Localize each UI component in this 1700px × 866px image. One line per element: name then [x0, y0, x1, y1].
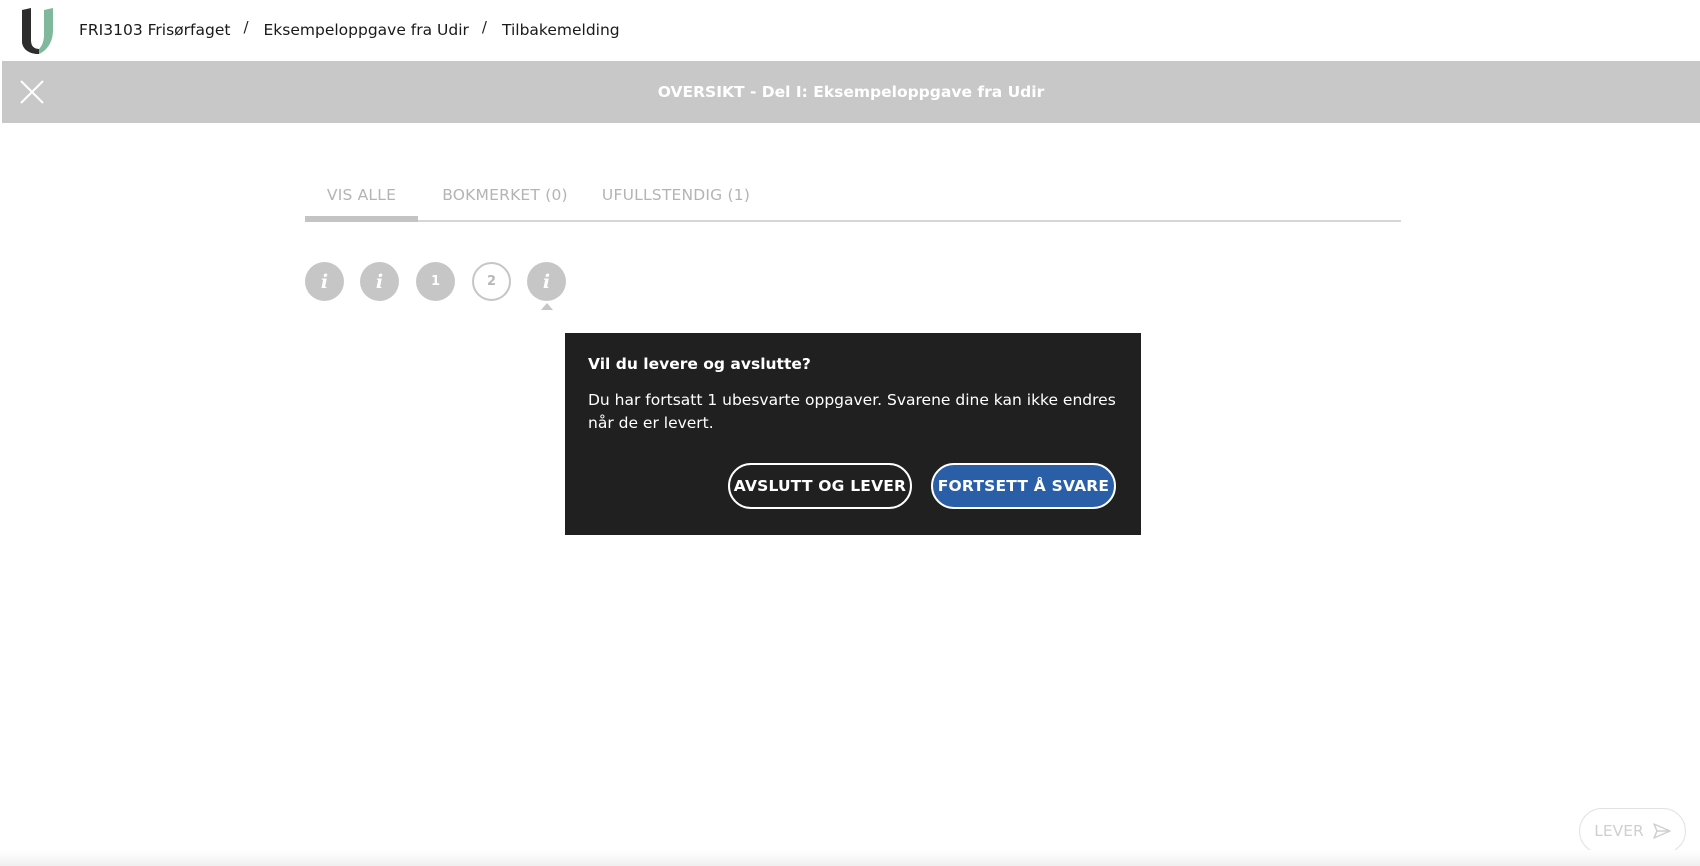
- finish-and-submit-button[interactable]: AVSLUTT OG LEVER: [728, 463, 912, 509]
- page-title: OVERSIKT - Del I: Eksempeloppgave fra Ud…: [657, 83, 1045, 101]
- question-info-1[interactable]: i: [305, 262, 344, 301]
- breadcrumb-item-exam[interactable]: Eksempeloppgave fra Udir: [264, 21, 469, 39]
- send-icon: [1653, 823, 1671, 839]
- submit-button[interactable]: LEVER: [1579, 808, 1686, 854]
- submit-button-label: LEVER: [1594, 822, 1644, 840]
- close-icon: [20, 80, 44, 104]
- question-info-3[interactable]: i: [527, 262, 566, 301]
- current-question-caret: [541, 303, 553, 310]
- breadcrumb: FRI3103 Frisørfaget / Eksempeloppgave fr…: [79, 18, 620, 42]
- tab-incomplete[interactable]: UFULLSTENDIG (1): [601, 176, 751, 222]
- dialog-title: Vil du levere og avslutte?: [588, 355, 811, 373]
- dialog-message: Du har fortsatt 1 ubesvarte oppgaver. Sv…: [588, 391, 1116, 432]
- submit-dialog: Vil du levere og avslutte? Du har fortsa…: [565, 333, 1141, 535]
- filter-tabs: VIS ALLE BOKMERKET (0) UFULLSTENDIG (1): [305, 176, 1401, 222]
- breadcrumb-item-course[interactable]: FRI3103 Frisørfaget: [79, 21, 230, 39]
- bottom-edge: [0, 850, 1700, 866]
- close-button[interactable]: [19, 79, 45, 105]
- logo-icon[interactable]: [22, 8, 62, 54]
- tab-show-all[interactable]: VIS ALLE: [305, 176, 418, 222]
- question-2[interactable]: 2: [472, 262, 511, 301]
- question-1[interactable]: 1: [416, 262, 455, 301]
- breadcrumb-separator: /: [481, 18, 487, 36]
- question-info-2[interactable]: i: [360, 262, 399, 301]
- breadcrumb-item-feedback[interactable]: Tilbakemelding: [502, 21, 620, 39]
- tab-bookmarked[interactable]: BOKMERKET (0): [440, 176, 570, 222]
- continue-answering-button[interactable]: FORTSETT Å SVARE: [931, 463, 1116, 509]
- breadcrumb-separator: /: [243, 18, 249, 36]
- overview-header: OVERSIKT - Del I: Eksempeloppgave fra Ud…: [2, 61, 1700, 123]
- top-bar: FRI3103 Frisørfaget / Eksempeloppgave fr…: [0, 0, 1700, 61]
